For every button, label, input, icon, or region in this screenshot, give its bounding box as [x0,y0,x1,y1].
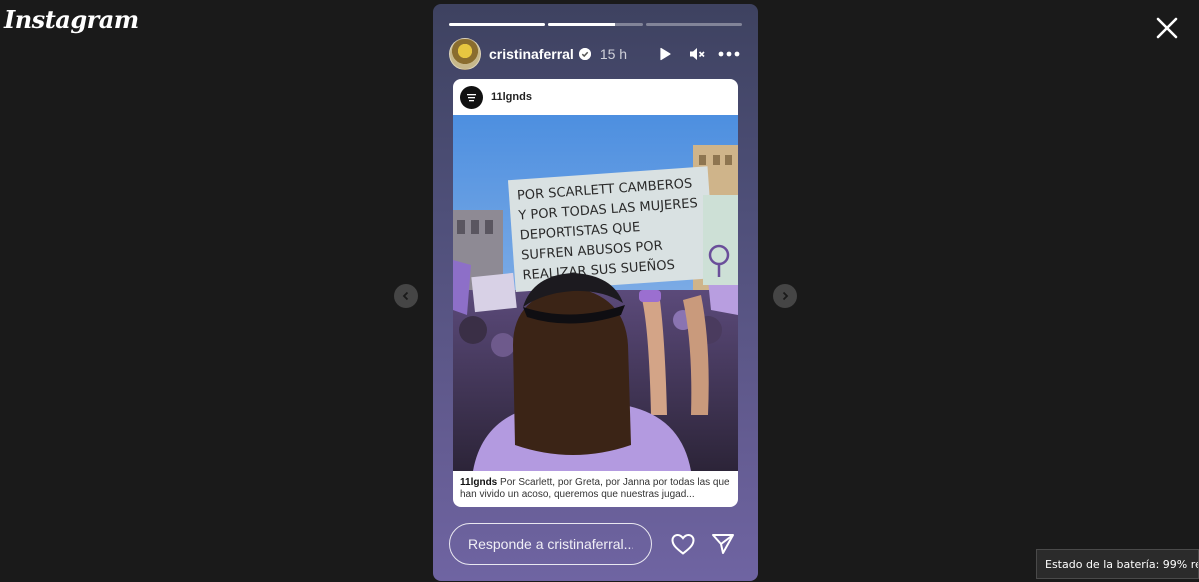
progress-segment [449,23,545,26]
progress-segment [547,23,644,26]
more-options-button[interactable] [716,41,742,67]
more-options-icon [718,51,740,57]
story-viewer[interactable]: cristinaferral 15 h 11lgnds POR SCARLETT… [433,4,758,581]
mute-button[interactable] [684,41,710,67]
like-button[interactable] [669,530,697,558]
previous-story-button[interactable] [394,284,418,308]
volume-muted-icon [690,48,705,60]
progress-segment [646,23,743,26]
close-icon [1156,17,1178,39]
close-button[interactable] [1153,14,1181,42]
next-story-button[interactable] [773,284,797,308]
caption-username[interactable]: 11lgnds [460,477,497,488]
story-progress [449,23,743,26]
shared-post-card[interactable]: 11lgnds POR SCARLETT CAMBEROS Y POR TODA… [453,79,738,507]
chevron-right-icon [782,291,789,301]
reply-input[interactable] [449,523,652,565]
shared-post-header: 11lgnds [453,79,738,115]
play-button[interactable] [652,41,678,67]
instagram-logo[interactable]: Instagram [4,5,139,34]
shared-post-avatar[interactable] [460,85,483,109]
story-header: cristinaferral 15 h [449,38,742,70]
share-button[interactable] [709,530,737,558]
shared-post-username[interactable]: 11lgnds [491,91,532,103]
send-icon [712,534,734,554]
reply-bar [449,522,742,566]
protest-photo: POR SCARLETT CAMBEROS Y POR TODAS LAS MU… [453,115,738,471]
story-username[interactable]: cristinaferral [489,46,574,62]
story-timestamp: 15 h [599,46,628,62]
avatar[interactable] [449,38,481,70]
battery-status-tooltip: Estado de la batería: 99% restante [1036,549,1199,579]
verified-badge-icon [578,48,591,60]
shared-post-caption: 11lgnds Por Scarlett, por Greta, por Jan… [460,477,732,501]
caption-text: Por Scarlett, por Greta, por Janna por t… [460,477,730,500]
play-icon [660,47,671,61]
heart-icon [671,533,695,555]
chevron-left-icon [402,291,409,301]
